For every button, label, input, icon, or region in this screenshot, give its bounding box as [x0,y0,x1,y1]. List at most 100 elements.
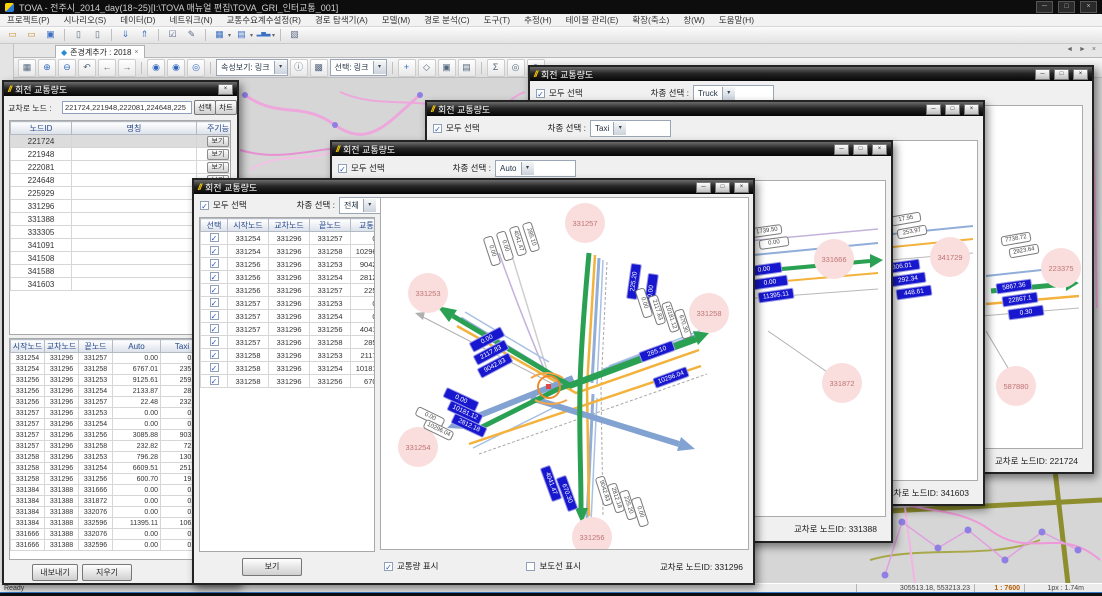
select-all-checkbox[interactable]: ✓ [433,124,442,133]
new-project-icon[interactable]: ▭ [4,27,21,43]
menu-item[interactable]: 모델(M) [375,14,417,26]
menu-item[interactable]: 시나리오(S) [57,14,114,26]
row-checkbox[interactable]: ✓ [210,272,219,281]
close-icon[interactable]: × [218,84,233,95]
row-checkbox[interactable]: ✓ [210,259,219,268]
turn-flow-row[interactable]: ✓ 331258 331296 331256 670.30 [201,375,376,388]
column-header[interactable]: 선택 [201,219,228,232]
new-document-icon[interactable]: ▯ [70,27,87,43]
minimize-button[interactable]: ─ [1036,1,1053,13]
select-target-dropdown[interactable]: 선택: 링크 ▾ [330,59,387,76]
turn-flow-row[interactable]: ✓ 331256 331296 331257 225.20 [201,284,376,297]
maximize-icon[interactable]: □ [853,144,868,155]
window-layout-icon[interactable]: ▧ [286,27,303,43]
row-checkbox[interactable]: ✓ [210,311,219,320]
row-checkbox[interactable]: ✓ [210,337,219,346]
menu-item[interactable]: 교통수요계수설정(R) [220,14,308,26]
close-icon[interactable]: × [872,144,887,155]
zoom-reset-icon[interactable]: ↶ [78,59,96,77]
report-icon[interactable]: ▤ [458,59,476,77]
select-clear-icon[interactable]: ◎ [187,59,205,77]
menu-item[interactable]: 네트워크(N) [163,14,220,26]
menu-item[interactable]: 경로 탐색기(A) [308,14,375,26]
close-icon[interactable]: × [964,104,979,115]
view-button[interactable]: 보기 [207,162,230,173]
maximize-icon[interactable]: □ [945,104,960,115]
add-icon[interactable]: + [398,59,416,77]
menu-item[interactable]: 창(W) [676,14,712,26]
column-header[interactable]: 교통량 [351,219,376,232]
menu-item[interactable]: 도움말(H) [712,14,761,26]
layer-icon[interactable]: ▣ [438,59,456,77]
select-all-checkbox[interactable]: ✓ [200,201,209,210]
chart-view-icon[interactable]: ▂▅▃ [255,27,272,43]
select-all-checkbox[interactable]: ✓ [536,89,545,98]
report-view-icon[interactable]: ▤ [233,27,250,43]
target-icon[interactable]: ◎ [507,59,525,77]
select-nodes-button[interactable]: 선택 [194,100,216,115]
export-button[interactable]: 내보내기 [32,564,78,581]
dialog-title-bar[interactable]: // 회전 교통량도 ─ □ × [530,67,1092,81]
zoom-out-icon[interactable]: ⊖ [58,59,76,77]
turn-flow-row[interactable]: ✓ 331258 331296 331253 2117.83 [201,349,376,362]
chart-view-caret-icon[interactable]: ▾ [272,32,275,39]
column-header[interactable]: 교차노드 [45,340,79,353]
column-header[interactable]: 주기능 [197,122,232,135]
turn-flow-row[interactable]: ✓ 331257 331296 331258 285.10 [201,336,376,349]
row-checkbox[interactable]: ✓ [210,350,219,359]
menu-item[interactable]: 추정(H) [517,14,558,26]
row-checkbox[interactable]: ✓ [210,285,219,294]
column-header[interactable]: 끝노드 [79,340,113,353]
info-icon[interactable]: ⓘ [290,59,308,77]
select-all-checkbox[interactable]: ✓ [338,164,347,173]
maximize-button[interactable]: □ [1058,1,1075,13]
export-icon[interactable]: ⇑ [136,27,153,43]
row-checkbox[interactable]: ✓ [210,298,219,307]
minimize-icon[interactable]: ─ [834,144,849,155]
turn-flow-row[interactable]: ✓ 331256 331296 331253 9042.83 [201,258,376,271]
table-view-caret-icon[interactable]: ▾ [228,32,231,39]
menu-item[interactable]: 데이터(D) [113,14,162,26]
turn-flow-row[interactable]: ✓ 331254 331296 331258 10296.04 [201,245,376,258]
tab-scenario[interactable]: ◆ 존경계추가 : 2018 × [55,45,145,59]
turn-flow-row[interactable]: ✓ 331257 331296 331253 0.00 [201,297,376,310]
node-ids-input[interactable] [62,101,192,114]
open-project-icon[interactable]: ▭ [23,27,40,43]
zoom-in-icon[interactable]: ⊕ [38,59,56,77]
maximize-icon[interactable]: □ [1054,69,1069,80]
view-button[interactable]: 보기 [207,136,230,147]
shape-icon[interactable]: ◇ [418,59,436,77]
row-checkbox[interactable]: ✓ [210,376,219,385]
show-crosswalk-checkbox[interactable] [526,562,535,571]
turn-flow-row[interactable]: ✓ 331258 331296 331254 10181.12 [201,362,376,375]
node-row[interactable]: 221724 보기 [11,135,232,148]
minimize-icon[interactable]: ─ [1035,69,1050,80]
minimize-icon[interactable]: ─ [926,104,941,115]
tab-close-icon[interactable]: × [134,49,138,56]
column-header[interactable]: 시작노드 [228,219,269,232]
menu-item[interactable]: 경로 분석(C) [417,14,476,26]
report-view-caret-icon[interactable]: ▾ [250,32,253,39]
row-checkbox[interactable]: ✓ [210,363,219,372]
turn-flow-row[interactable]: ✓ 331257 331296 331254 0.00 [201,310,376,323]
column-header[interactable]: 끝노드 [310,219,351,232]
close-button[interactable]: × [1080,1,1097,13]
filter-icon[interactable]: ▩ [310,59,328,77]
show-volume-checkbox[interactable]: ✓ [384,562,393,571]
pan-forward-icon[interactable]: → [118,59,136,77]
close-icon[interactable]: × [1073,69,1088,80]
copy-document-icon[interactable]: ▯ [89,27,106,43]
attribute-view-dropdown[interactable]: 속성보기: 링크 ▾ [216,59,288,76]
table-view-icon[interactable]: ▦ [211,27,228,43]
select-point-icon[interactable]: ◉ [147,59,165,77]
column-header[interactable]: 시작노드 [11,340,45,353]
column-header[interactable]: 노드ID [11,122,72,135]
row-checkbox[interactable]: ✓ [210,324,219,333]
column-header[interactable]: 교차노드 [269,219,310,232]
pan-back-icon[interactable]: ← [98,59,116,77]
turn-flow-row[interactable]: ✓ 331256 331296 331254 2812.18 [201,271,376,284]
menu-item[interactable]: 테이블 관리(E) [559,14,626,26]
save-icon[interactable]: ▣ [42,27,59,43]
validate-icon[interactable]: ☑ [164,27,181,43]
close-icon[interactable]: × [734,182,749,193]
